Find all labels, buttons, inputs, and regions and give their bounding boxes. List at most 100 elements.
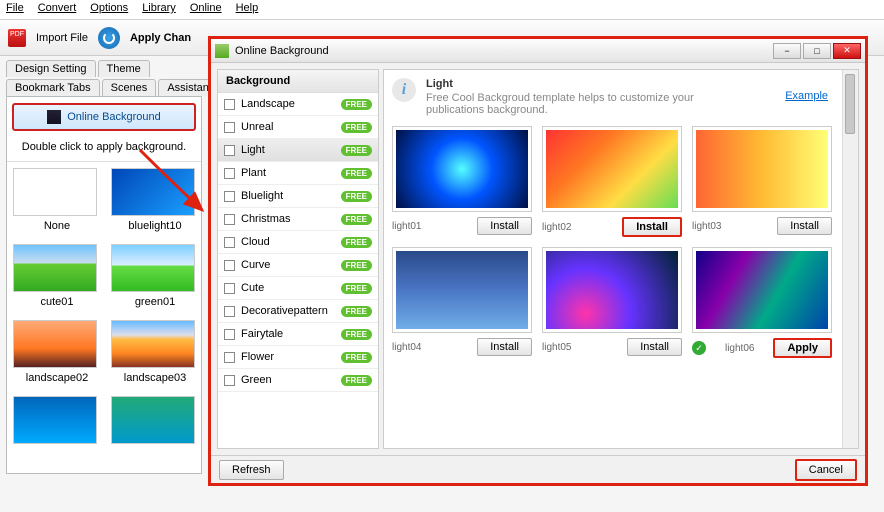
thumbnail-blue3[interactable] bbox=[111, 396, 199, 448]
category-column: Background LandscapeFREEUnrealFREELightF… bbox=[217, 69, 379, 449]
checkbox-icon bbox=[224, 191, 235, 202]
template-image[interactable] bbox=[392, 247, 532, 333]
template-light04: light04 Install bbox=[392, 247, 532, 358]
checkbox-icon bbox=[224, 214, 235, 225]
category-name: Light bbox=[241, 144, 335, 156]
free-badge: FREE bbox=[341, 214, 372, 225]
thumbnail-label: landscape03 bbox=[111, 372, 199, 384]
template-name: light06 bbox=[725, 343, 754, 354]
template-light03: light03 Install bbox=[692, 126, 832, 237]
category-item-green[interactable]: GreenFREE bbox=[218, 369, 378, 392]
category-item-plant[interactable]: PlantFREE bbox=[218, 162, 378, 185]
category-item-flower[interactable]: Flower FREE bbox=[218, 346, 378, 369]
free-badge: FREE bbox=[341, 145, 372, 156]
checkbox-icon bbox=[224, 329, 235, 340]
scrollbar[interactable] bbox=[842, 70, 858, 448]
cancel-button[interactable]: Cancel bbox=[795, 459, 857, 481]
category-name: Decorativepattern bbox=[241, 305, 335, 317]
menu-options[interactable]: Options bbox=[90, 2, 128, 17]
thumbnail-label: green01 bbox=[111, 296, 199, 308]
menu-online[interactable]: Online bbox=[190, 2, 222, 17]
menu-file[interactable]: File bbox=[6, 2, 24, 17]
thumbnail-none[interactable]: None bbox=[13, 168, 101, 232]
category-name: Cloud bbox=[241, 236, 335, 248]
category-name: Green bbox=[241, 374, 335, 386]
tab-scenes[interactable]: Scenes bbox=[102, 79, 157, 96]
info-description: Free Cool Backgroud template helps to cu… bbox=[426, 92, 726, 116]
tab-theme[interactable]: Theme bbox=[98, 60, 150, 77]
pdf-icon: PDF bbox=[8, 29, 26, 47]
info-icon: i bbox=[392, 78, 416, 102]
template-name: light01 bbox=[392, 221, 421, 232]
install-button[interactable]: Install bbox=[622, 217, 682, 237]
free-badge: FREE bbox=[341, 352, 372, 363]
category-name: Landscape bbox=[241, 98, 335, 110]
menu-library[interactable]: Library bbox=[142, 2, 176, 17]
category-item-cute[interactable]: CuteFREE bbox=[218, 277, 378, 300]
thumbnail-image bbox=[111, 244, 195, 292]
install-button[interactable]: Install bbox=[477, 338, 532, 356]
template-light05: light05 Install bbox=[542, 247, 682, 358]
template-image[interactable] bbox=[392, 126, 532, 212]
tab-bookmark[interactable]: Bookmark Tabs bbox=[6, 79, 100, 96]
scrollbar-thumb[interactable] bbox=[845, 74, 855, 134]
online-background-button[interactable]: Online Background bbox=[12, 103, 196, 131]
thumbnail-sky1[interactable]: cute01 bbox=[13, 244, 101, 308]
checkbox-icon bbox=[224, 306, 235, 317]
category-item-landscape[interactable]: LandscapeFREE bbox=[218, 93, 378, 116]
template-image[interactable] bbox=[542, 126, 682, 212]
category-item-christmas[interactable]: ChristmasFREE bbox=[218, 208, 378, 231]
menu-convert[interactable]: Convert bbox=[38, 2, 77, 17]
category-list[interactable]: LandscapeFREEUnrealFREELightFREEPlantFRE… bbox=[218, 93, 378, 445]
free-badge: FREE bbox=[341, 329, 372, 340]
category-item-light[interactable]: Light FREE bbox=[218, 139, 378, 162]
install-button[interactable]: Install bbox=[477, 217, 532, 235]
import-file-button[interactable]: Import File bbox=[36, 32, 88, 44]
free-badge: FREE bbox=[341, 191, 372, 202]
preview-column: i Light Free Cool Backgroud template hel… bbox=[383, 69, 859, 449]
category-item-decorativepattern[interactable]: Decorativepattern FREE bbox=[218, 300, 378, 323]
window-minimize-button[interactable]: − bbox=[773, 43, 801, 59]
thumbnail-blue[interactable]: bluelight10 bbox=[111, 168, 199, 232]
template-image[interactable] bbox=[692, 247, 832, 333]
template-name: light03 bbox=[692, 221, 721, 232]
category-name: Flower bbox=[241, 351, 335, 363]
dialog-titlebar: Online Background − □ ✕ bbox=[211, 39, 865, 63]
tab-design-setting[interactable]: Design Setting bbox=[6, 60, 96, 77]
menu-help[interactable]: Help bbox=[236, 2, 259, 17]
install-button[interactable]: Install bbox=[627, 338, 682, 356]
apply-changes-button[interactable]: Apply Chan bbox=[130, 32, 191, 44]
thumbnail-sun2[interactable]: landscape03 bbox=[111, 320, 199, 384]
template-name: light05 bbox=[542, 342, 571, 353]
apply-button[interactable]: Apply bbox=[773, 338, 832, 358]
thumbnail-sky2[interactable]: green01 bbox=[111, 244, 199, 308]
install-button[interactable]: Install bbox=[777, 217, 832, 235]
checkbox-icon bbox=[224, 375, 235, 386]
thumbnail-blue2[interactable] bbox=[13, 396, 101, 448]
category-item-cloud[interactable]: CloudFREE bbox=[218, 231, 378, 254]
thumbnail-sun1[interactable]: landscape02 bbox=[13, 320, 101, 384]
category-item-bluelight[interactable]: BluelightFREE bbox=[218, 185, 378, 208]
category-item-curve[interactable]: CurveFREE bbox=[218, 254, 378, 277]
checkbox-icon bbox=[224, 352, 235, 363]
installed-check-icon: ✓ bbox=[692, 341, 706, 355]
refresh-button[interactable]: Refresh bbox=[219, 460, 284, 480]
window-maximize-button[interactable]: □ bbox=[803, 43, 831, 59]
example-link[interactable]: Example bbox=[785, 90, 828, 102]
category-item-unreal[interactable]: UnrealFREE bbox=[218, 116, 378, 139]
free-badge: FREE bbox=[341, 306, 372, 317]
free-badge: FREE bbox=[341, 283, 372, 294]
template-image[interactable] bbox=[692, 126, 832, 212]
thumbnail-image bbox=[13, 244, 97, 292]
checkbox-icon bbox=[224, 99, 235, 110]
category-item-fairytale[interactable]: Fairytale FREE bbox=[218, 323, 378, 346]
checkbox-icon bbox=[224, 237, 235, 248]
template-name: light04 bbox=[392, 342, 421, 353]
window-close-button[interactable]: ✕ bbox=[833, 43, 861, 59]
online-background-label: Online Background bbox=[67, 111, 161, 123]
category-name: Unreal bbox=[241, 121, 335, 133]
thumbnail-label: cute01 bbox=[13, 296, 101, 308]
category-name: Fairytale bbox=[241, 328, 335, 340]
category-name: Curve bbox=[241, 259, 335, 271]
template-image[interactable] bbox=[542, 247, 682, 333]
